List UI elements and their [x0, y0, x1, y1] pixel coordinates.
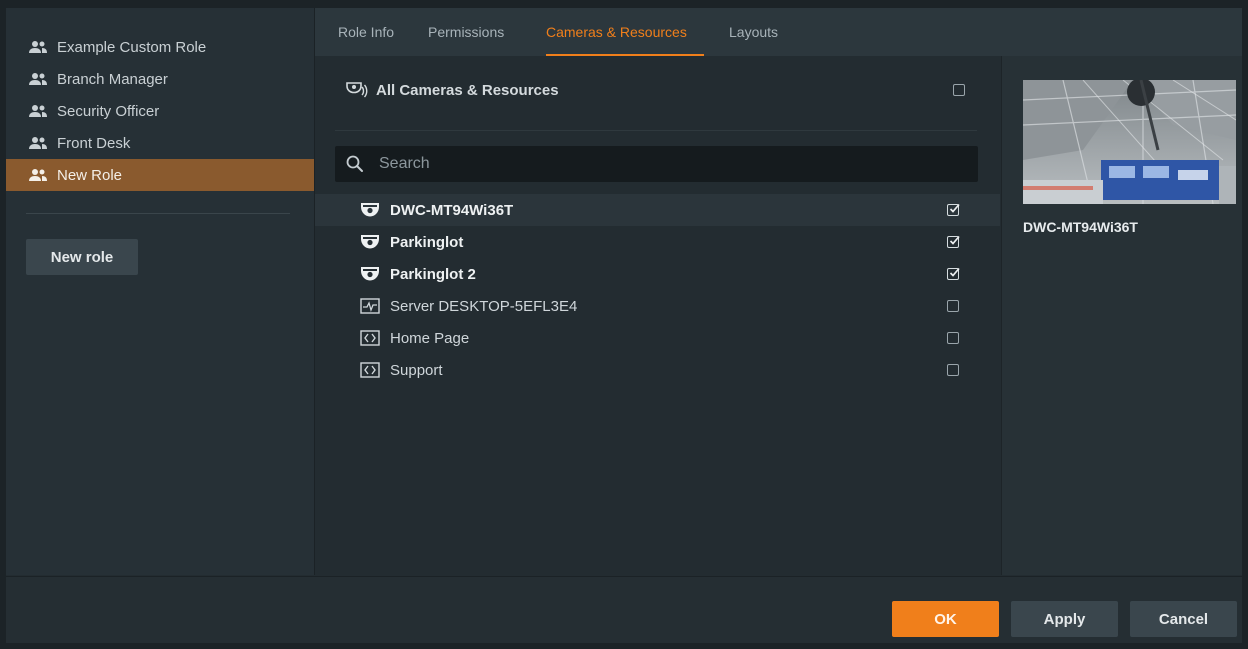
apply-button[interactable]: Apply: [1011, 601, 1118, 637]
web-page-icon: [360, 362, 380, 378]
role-item-label: Example Custom Role: [57, 38, 207, 56]
ok-button[interactable]: OK: [892, 601, 999, 637]
resource-label: Home Page: [390, 329, 470, 347]
resource-row-parkinglot[interactable]: Parkinglot: [315, 226, 1000, 258]
new-role-button[interactable]: New role: [26, 239, 138, 275]
resource-label: Server DESKTOP-5EFL3E4: [390, 297, 578, 315]
camera-icon: [361, 203, 379, 217]
tab-layouts[interactable]: Layouts: [729, 24, 778, 40]
search-icon: [346, 155, 363, 172]
resource-list: DWC-MT94Wi36T Parkinglot Parkinglot 2 Se…: [315, 194, 1000, 386]
role-list: Example Custom Role Branch Manager Secur…: [6, 31, 314, 191]
camera-snapshot-image: [1023, 80, 1236, 204]
role-item-security-officer[interactable]: Security Officer: [6, 95, 314, 127]
preview-panel: DWC-MT94Wi36T: [1001, 56, 1242, 575]
all-resources-row[interactable]: All Cameras & Resources: [315, 77, 1000, 103]
camera-icon: [361, 235, 379, 249]
cameras-resources-icon: [346, 82, 368, 98]
divider: [335, 130, 977, 131]
tab-cameras-resources[interactable]: Cameras & Resources: [546, 24, 687, 40]
role-list-panel: Example Custom Role Branch Manager Secur…: [6, 8, 315, 575]
preview-camera-name: DWC-MT94Wi36T: [1023, 219, 1138, 235]
role-item-new-role[interactable]: New Role: [6, 159, 314, 191]
dialog-footer: OK Apply Cancel: [6, 576, 1242, 643]
role-item-label: New Role: [57, 166, 123, 184]
resource-checkbox[interactable]: [947, 300, 959, 312]
resource-row-parkinglot-2[interactable]: Parkinglot 2: [315, 258, 1000, 290]
resource-row-support[interactable]: Support: [315, 354, 1000, 386]
all-resources-checkbox[interactable]: [953, 84, 965, 96]
role-item-example-custom-role[interactable]: Example Custom Role: [6, 31, 314, 63]
resource-checkbox[interactable]: [947, 332, 959, 344]
cancel-button[interactable]: Cancel: [1130, 601, 1237, 637]
resource-checkbox[interactable]: [947, 364, 959, 376]
resource-label: Support: [390, 361, 443, 379]
resource-row-dwc-mt94wi36t[interactable]: DWC-MT94Wi36T: [315, 194, 1000, 226]
role-item-label: Security Officer: [57, 102, 160, 120]
users-icon: [29, 41, 47, 53]
camera-preview-thumbnail: [1023, 80, 1236, 204]
role-item-branch-manager[interactable]: Branch Manager: [6, 63, 314, 95]
role-item-label: Branch Manager: [57, 70, 168, 88]
search-box: [335, 146, 978, 182]
resource-label: Parkinglot 2: [390, 265, 476, 283]
tab-role-info[interactable]: Role Info: [338, 24, 394, 40]
users-icon: [29, 105, 47, 117]
tab-bar: Role Info Permissions Cameras & Resource…: [315, 8, 1242, 56]
resource-checkbox[interactable]: [947, 235, 960, 248]
resources-panel: All Cameras & Resources DWC-MT94Wi36T: [315, 56, 1000, 575]
divider: [26, 213, 290, 214]
web-page-icon: [360, 330, 380, 346]
role-manager-dialog: Example Custom Role Branch Manager Secur…: [6, 8, 1242, 643]
users-icon: [29, 137, 47, 149]
users-icon: [29, 169, 47, 181]
resource-label: Parkinglot: [390, 233, 464, 251]
resource-label: DWC-MT94Wi36T: [390, 201, 514, 219]
search-input[interactable]: [379, 146, 969, 182]
role-item-label: Front Desk: [57, 134, 131, 152]
resource-checkbox[interactable]: [947, 203, 960, 216]
checkmark-icon: [949, 203, 960, 213]
checkmark-icon: [949, 235, 960, 245]
users-icon: [29, 73, 47, 85]
all-resources-label: All Cameras & Resources: [376, 81, 559, 99]
resource-checkbox[interactable]: [947, 267, 960, 280]
server-icon: [360, 298, 380, 314]
role-item-front-desk[interactable]: Front Desk: [6, 127, 314, 159]
resource-row-server[interactable]: Server DESKTOP-5EFL3E4: [315, 290, 1000, 322]
camera-icon: [361, 267, 379, 281]
checkmark-icon: [949, 267, 960, 277]
resource-row-home-page[interactable]: Home Page: [315, 322, 1000, 354]
tab-permissions[interactable]: Permissions: [428, 24, 504, 40]
